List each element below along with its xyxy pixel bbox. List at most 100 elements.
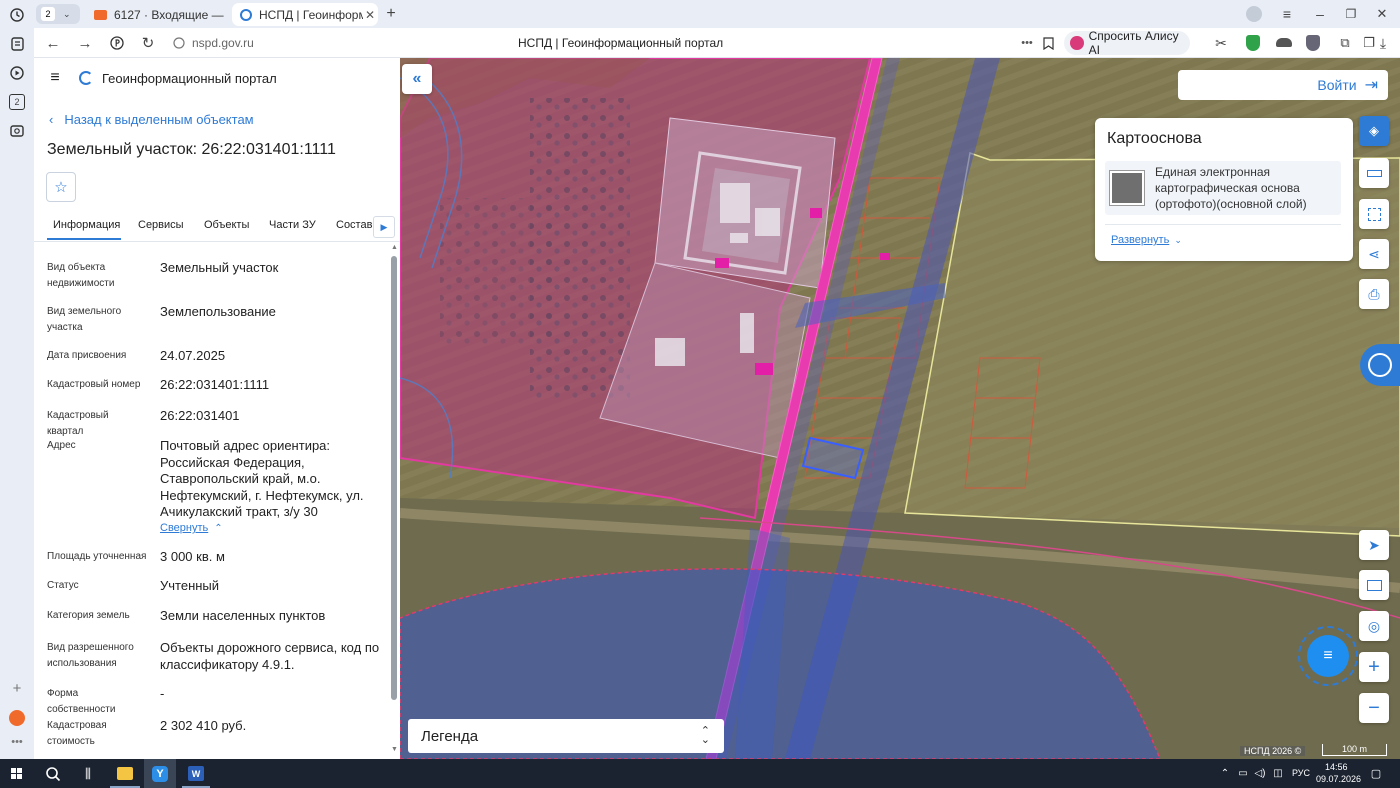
basemap-layer-item[interactable]: Единая электронная картографическая осно… [1105, 161, 1341, 215]
shield-icon[interactable] [1246, 35, 1260, 51]
zoom-in-button[interactable]: + [1359, 652, 1389, 682]
collapse-link[interactable]: Свернуть ⌃ [160, 522, 223, 534]
ruler-icon [1366, 169, 1382, 177]
more-options-icon[interactable]: ••• [1019, 34, 1035, 52]
back-icon[interactable]: ← [44, 34, 62, 52]
select-area-button[interactable] [1359, 199, 1389, 229]
adblock-icon[interactable] [1306, 35, 1320, 51]
new-tab-icon[interactable]: + [382, 5, 400, 23]
word-icon[interactable]: W [188, 766, 204, 781]
restore-icon[interactable]: ❐ [1343, 5, 1359, 23]
menu-icon[interactable]: ≡ [1279, 5, 1295, 23]
tab-nspd[interactable]: НСПД | Геоинформационный ✕ [232, 3, 378, 26]
site-info-icon[interactable] [172, 36, 186, 50]
minimap-button[interactable] [1359, 570, 1389, 600]
geolocation-button[interactable]: ➤ [1359, 530, 1389, 560]
login-button[interactable]: Войти ⇥ [1178, 70, 1388, 100]
scrollbar-thumb[interactable] [391, 256, 397, 700]
close-icon[interactable]: ✕ [365, 8, 375, 22]
zoom-out-button[interactable]: − [1359, 693, 1389, 723]
notifications-icon[interactable]: ▢ [1369, 767, 1383, 780]
tab-objects[interactable]: Объекты [204, 219, 249, 231]
play-icon[interactable] [9, 65, 25, 81]
history-icon[interactable] [8, 6, 26, 24]
tabs-scroll-right-button[interactable]: ▶ [373, 216, 395, 238]
extensions-icon[interactable]: ⧉ [1336, 34, 1354, 52]
extension-hat-icon[interactable] [1276, 38, 1292, 47]
more-icon[interactable]: ••• [9, 736, 25, 748]
tab-composition[interactable]: Состав [336, 219, 374, 231]
favorite-button[interactable]: ☆ [46, 172, 76, 202]
alice-button[interactable]: Спросить Алису AI [1064, 29, 1190, 57]
location-pin-icon: ◎ [1367, 617, 1381, 634]
collections-icon[interactable] [9, 36, 25, 52]
legend-button[interactable]: Легенда ⌃ ⌄ [408, 719, 724, 753]
forward-icon[interactable]: → [76, 34, 94, 52]
basemap-card: Картооснова Единая электронная картограф… [1095, 118, 1353, 261]
collapse-panel-button[interactable]: « [402, 64, 432, 94]
tray-device-icon[interactable]: ▭ [1237, 767, 1249, 779]
tab-parts[interactable]: Части ЗУ [269, 219, 316, 231]
scroll-up-arrow[interactable]: ▲ [391, 244, 398, 251]
address-url[interactable]: nspd.gov.ru [192, 36, 254, 50]
nspd-logo-icon [240, 8, 252, 21]
tab-active-indicator [47, 238, 121, 240]
yandex-browser-icon: Y [152, 765, 168, 782]
print-button[interactable]: ⎙ [1359, 279, 1389, 309]
measure-button[interactable] [1359, 158, 1389, 188]
field-label: Адрес [47, 440, 76, 451]
field-label: Статус [47, 580, 79, 591]
profile-icon[interactable] [1246, 6, 1262, 22]
close-window-icon[interactable]: ✕ [1374, 5, 1390, 23]
location-search-button[interactable]: ◎ [1359, 611, 1389, 641]
expand-link[interactable]: Развернуть ⌄ [1111, 234, 1182, 246]
orthophoto-thumbnail [1109, 170, 1145, 206]
alice-icon [1070, 36, 1084, 50]
screenshot-icon[interactable] [9, 123, 25, 139]
panel-tabs: Информация Сервисы Объекты Части ЗУ Сост… [34, 213, 400, 241]
scroll-down-arrow[interactable]: ▼ [391, 746, 398, 753]
add-icon[interactable]: + [9, 680, 25, 697]
reload-icon[interactable]: ↻ [139, 34, 157, 52]
network-icon[interactable]: ◫ [1272, 767, 1284, 779]
yandex-browser-taskbar-icon[interactable]: Y [144, 759, 176, 788]
login-label: Войти [1317, 77, 1357, 93]
panel-scrollbar[interactable]: ▲ ▼ [390, 244, 398, 758]
tab-mail[interactable]: 6127 · Входящие — Яндекс [86, 3, 226, 26]
download-icon[interactable]: ⤓ [1374, 34, 1392, 52]
star-icon: ☆ [54, 179, 68, 196]
extension-tools-icon[interactable]: ✂ [1212, 34, 1230, 52]
map-view[interactable]: « Войти ⇥ Картооснова Единая электронная… [400, 58, 1400, 759]
task-view-icon[interactable]: ⫼ [80, 765, 96, 783]
windows-start-icon[interactable] [10, 767, 24, 781]
chat-assistant-button[interactable]: ≡ [1298, 626, 1358, 686]
bookmark-icon[interactable] [1040, 34, 1056, 52]
minimize-icon[interactable]: – [1312, 5, 1328, 23]
back-link[interactable]: ‹ Назад к выделенным объектам [49, 112, 254, 127]
clock-date[interactable]: 09.07.2026 [1316, 774, 1361, 784]
tray-chevron-up-icon[interactable]: ⌃ [1219, 767, 1231, 779]
minimap-icon [1366, 579, 1382, 591]
expand-label: Развернуть [1111, 234, 1170, 246]
share-button[interactable]: ⋖ [1359, 239, 1389, 269]
clock-time[interactable]: 14:56 [1325, 762, 1348, 772]
basemap-title: Картооснова [1107, 130, 1202, 147]
volume-icon[interactable]: ◁) [1254, 767, 1266, 779]
navigation-arrow-icon: ➤ [1368, 536, 1380, 553]
tab-info[interactable]: Информация [53, 219, 120, 231]
file-explorer-icon[interactable] [117, 767, 133, 780]
tab-group-counter[interactable]: 2 ⌄ [36, 4, 80, 24]
mail-app-icon[interactable] [9, 710, 25, 726]
layers-button[interactable]: ◈ [1359, 116, 1389, 146]
tab-services[interactable]: Сервисы [138, 219, 184, 231]
chevron-left-icon: ‹ [49, 112, 54, 127]
field-value: 24.07.2025 [160, 348, 226, 363]
language-indicator[interactable]: РУС [1292, 768, 1310, 778]
yandex-icon[interactable] [108, 34, 126, 52]
feedback-tab[interactable] [1360, 344, 1400, 386]
field-value: Земли населенных пунктов [160, 608, 326, 623]
search-icon[interactable] [44, 765, 62, 783]
tabs-counter-icon[interactable]: 2 [9, 94, 25, 110]
browser-tab-bar: 2 ⌄ 6127 · Входящие — Яндекс НСПД | Геои… [0, 0, 1400, 28]
hamburger-menu-icon[interactable]: ≡ [47, 69, 63, 86]
